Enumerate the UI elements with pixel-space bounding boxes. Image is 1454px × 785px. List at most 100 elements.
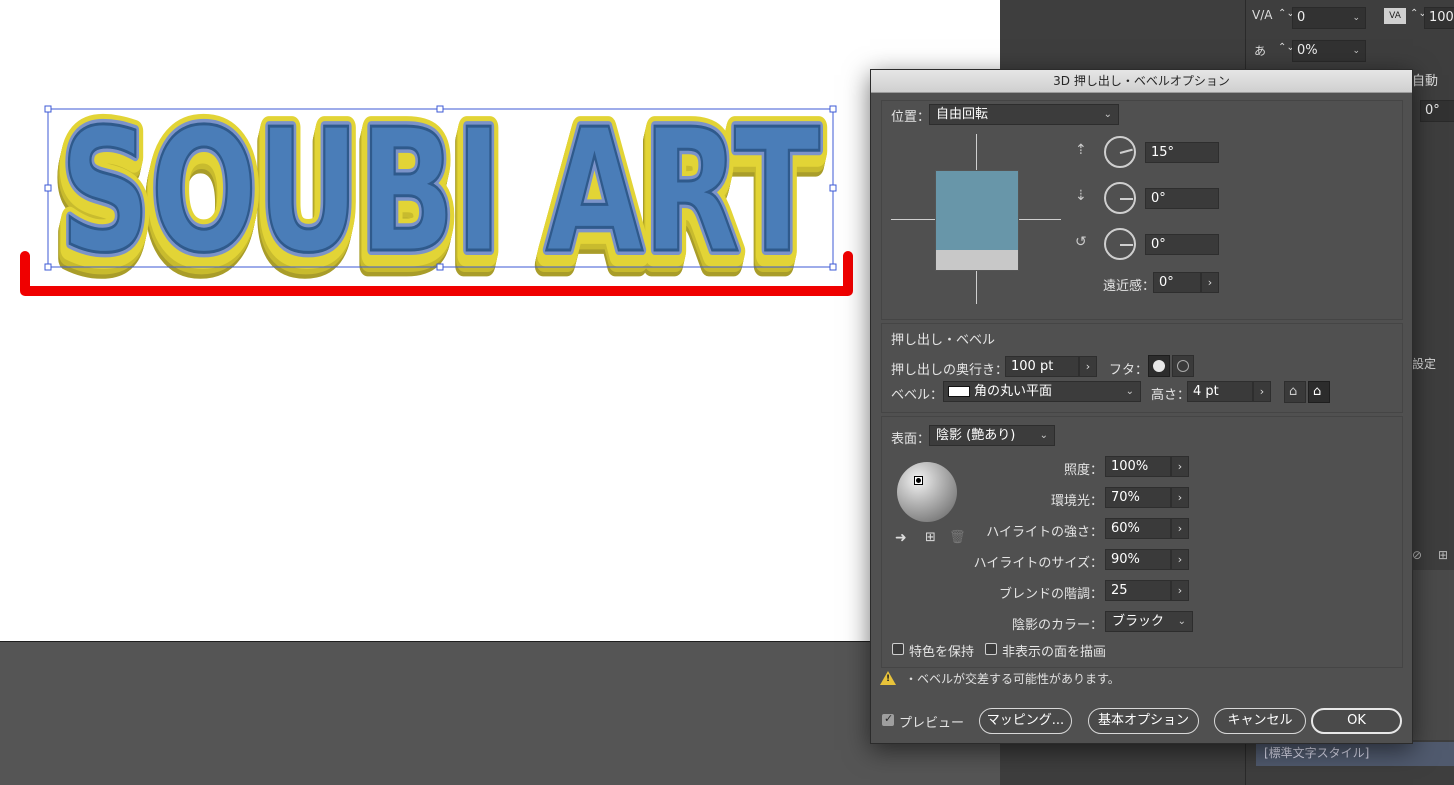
ok-button[interactable]: OK: [1311, 708, 1402, 734]
chevron-right-icon: ›: [1177, 522, 1183, 535]
highlight-size-value: 90%: [1111, 552, 1140, 567]
blend-steps-field[interactable]: 25: [1105, 580, 1171, 601]
preview-label: プレビュー: [899, 716, 965, 731]
cube-bottom-face[interactable]: [935, 250, 1019, 271]
surface-label: 表面：: [891, 432, 931, 447]
blend-steps-label: ブレンドの階調：: [998, 587, 1103, 602]
tracking-value: 0: [1297, 10, 1306, 25]
3d-extrude-bevel-dialog: 3D 押し出し・ベベルオプション 位置： 自由回転 ⌄ ⇡ 15° ⇣ 0° ↺ …: [870, 69, 1413, 744]
mapping-button[interactable]: マッピング...: [979, 708, 1072, 734]
chevron-down-icon: ⌄: [1177, 616, 1186, 627]
bevel-extent-in-button[interactable]: ⌂: [1308, 381, 1330, 403]
extrude-depth-slider-button[interactable]: ›: [1079, 356, 1097, 377]
highlight-size-slider-button[interactable]: ›: [1171, 549, 1189, 570]
highlight-size-field[interactable]: 90%: [1105, 549, 1171, 570]
tsume-field[interactable]: 0% ⌄: [1292, 40, 1366, 62]
bevel-height-field[interactable]: 4 pt: [1187, 381, 1253, 402]
new-light-icon[interactable]: ⊞: [925, 530, 936, 545]
perspective-label: 遠近感：: [1103, 279, 1156, 294]
x-rotation-dial[interactable]: [1104, 136, 1136, 168]
bevel-height-slider-button[interactable]: ›: [1253, 381, 1271, 402]
pasteboard[interactable]: [0, 642, 1000, 785]
bevel-intersect-warning: ・ベベルが交差する可能性があります。: [905, 672, 1120, 686]
perspective-field[interactable]: 0°: [1153, 272, 1201, 293]
z-rotation-value: 0°: [1151, 237, 1166, 252]
preserve-spot-checkbox[interactable]: [892, 643, 904, 655]
chevron-right-icon: ›: [1177, 460, 1183, 473]
preserve-spot-label: 特色を保持: [909, 645, 975, 660]
tracking-field[interactable]: 0 ⌄: [1292, 7, 1366, 29]
chevron-down-icon: ⌄: [1039, 430, 1048, 441]
artwork-text-face: SOUBI ART: [60, 93, 820, 291]
blend-steps-value: 25: [1111, 583, 1128, 598]
x-rotation-value: 15°: [1151, 145, 1175, 160]
ambient-light-label: 環境光：: [1050, 494, 1103, 509]
cap-off-button[interactable]: [1172, 355, 1194, 377]
highlight-size-label: ハイライトのサイズ：: [973, 556, 1103, 571]
extrude-depth-field[interactable]: 100 pt: [1005, 356, 1079, 377]
scale-value: 100: [1429, 10, 1454, 25]
highlight-intensity-slider-button[interactable]: ›: [1171, 518, 1189, 539]
bevel-label: ベベル：: [891, 388, 944, 403]
bevel-dropdown[interactable]: 角の丸い平面 ⌄: [943, 381, 1141, 402]
move-light-back-icon[interactable]: ➜: [895, 530, 907, 546]
highlight-intensity-label: ハイライトの強さ：: [986, 525, 1103, 540]
light-intensity-label: 照度：: [1063, 463, 1103, 478]
chevron-down-icon: ⌄: [1352, 46, 1360, 56]
extrude-depth-label: 押し出しの奥行き：: [891, 363, 1009, 378]
perspective-slider-button[interactable]: ›: [1201, 272, 1219, 293]
bevel-out-icon: ⌂: [1289, 384, 1298, 399]
chevron-down-icon: ⌄: [1352, 13, 1360, 23]
preview-checkbox[interactable]: [882, 712, 894, 726]
rotation-preview[interactable]: [891, 134, 1061, 304]
position-dropdown[interactable]: 自由回転 ⌄: [929, 104, 1119, 125]
lighting-sphere[interactable]: [897, 462, 957, 522]
light-intensity-field[interactable]: 100%: [1105, 456, 1171, 477]
cap-on-button[interactable]: [1148, 355, 1170, 377]
x-rotation-field[interactable]: 15°: [1145, 142, 1219, 163]
light-source-handle[interactable]: [914, 476, 923, 485]
basic-options-button[interactable]: 基本オプション: [1088, 708, 1199, 734]
no-icon[interactable]: ⊘: [1412, 548, 1422, 562]
chevron-right-icon: ›: [1085, 360, 1091, 373]
shading-color-value: ブラック: [1112, 614, 1165, 629]
y-axis-rotate-icon: ⇣: [1075, 188, 1087, 204]
degree-field[interactable]: 0°: [1420, 100, 1454, 122]
ambient-light-slider-button[interactable]: ›: [1171, 487, 1189, 508]
cube-front-face[interactable]: [935, 170, 1019, 251]
cap-on-icon: [1153, 360, 1165, 372]
z-axis-rotate-icon: ↺: [1075, 234, 1087, 250]
bevel-value: 角の丸い平面: [974, 384, 1053, 399]
artwork-3d-text[interactable]: SOUBI ARTSOUBI ARTSOUBI ARTSOUBI ARTSOUB…: [0, 0, 1000, 641]
ambient-light-field[interactable]: 70%: [1105, 487, 1171, 508]
tsume-value: 0%: [1297, 43, 1318, 58]
character-style-item[interactable]: [標準文字スタイル]: [1256, 742, 1454, 766]
draw-hidden-faces-checkbox[interactable]: [985, 643, 997, 655]
draw-hidden-faces-label: 非表示の面を描画: [1002, 645, 1107, 660]
extrude-depth-value: 100 pt: [1011, 359, 1054, 374]
bevel-height-label: 高さ：: [1151, 388, 1191, 403]
chevron-down-icon: ⌄: [1125, 386, 1134, 397]
chevron-right-icon: ›: [1177, 491, 1183, 504]
shading-color-label: 陰影のカラー：: [1011, 618, 1103, 633]
dialog-title: 3D 押し出し・ベベルオプション: [1053, 74, 1230, 88]
y-rotation-dial[interactable]: [1104, 182, 1136, 214]
styles-list-area: [1410, 570, 1454, 740]
tracking-icon: V/A: [1252, 8, 1273, 22]
position-label: 位置：: [891, 110, 931, 125]
blend-steps-slider-button[interactable]: ›: [1171, 580, 1189, 601]
highlight-intensity-field[interactable]: 60%: [1105, 518, 1171, 539]
y-rotation-field[interactable]: 0°: [1145, 188, 1219, 209]
z-rotation-field[interactable]: 0°: [1145, 234, 1219, 255]
scale-field[interactable]: 100: [1424, 7, 1454, 29]
cap-label: フタ：: [1109, 363, 1149, 378]
extrude-bevel-section-label: 押し出し・ベベル: [891, 333, 996, 348]
shading-color-dropdown[interactable]: ブラック ⌄: [1105, 611, 1193, 632]
bevel-extent-out-button[interactable]: ⌂: [1284, 381, 1306, 403]
add-icon[interactable]: ⊞: [1438, 548, 1448, 562]
light-intensity-slider-button[interactable]: ›: [1171, 456, 1189, 477]
surface-dropdown[interactable]: 陰影 (艶あり) ⌄: [929, 425, 1055, 446]
cap-off-icon: [1177, 360, 1189, 372]
z-rotation-dial[interactable]: [1104, 228, 1136, 260]
cancel-button[interactable]: キャンセル: [1214, 708, 1306, 734]
